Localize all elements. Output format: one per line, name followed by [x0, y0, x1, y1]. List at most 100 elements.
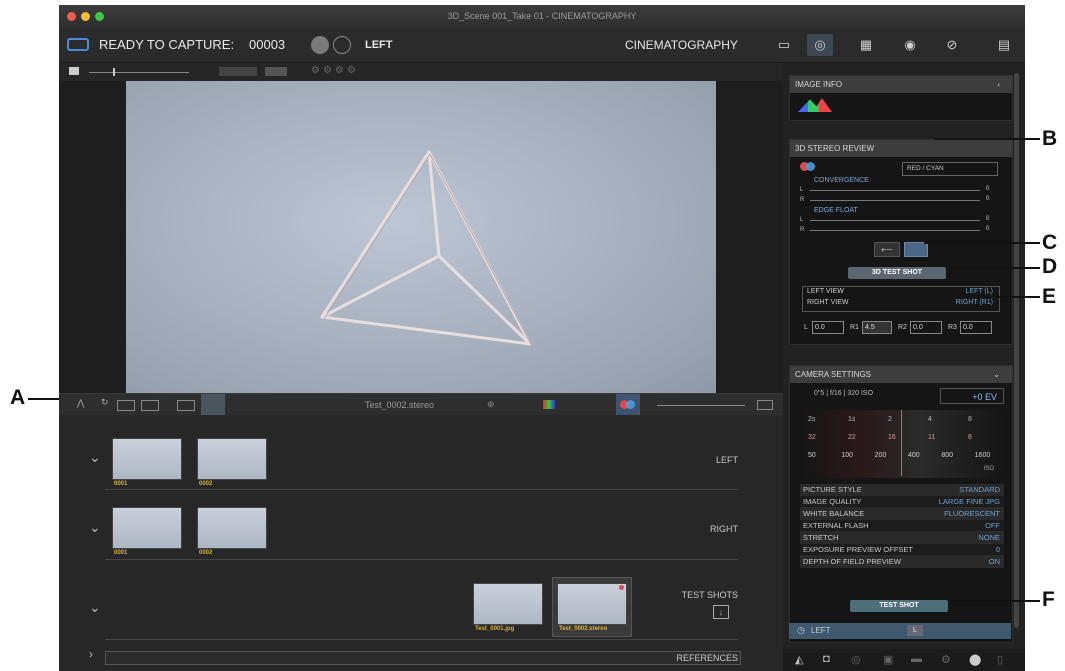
camera-setting-row[interactable]: WHITE BALANCE FLUORESCENT [800, 508, 1004, 520]
viewer-subbar: ⚙⚙⚙⚙ [59, 63, 783, 81]
view-grid-icon[interactable] [141, 400, 159, 411]
camera-setting-label: EXPOSURE PREVIEW OFFSET [803, 545, 914, 554]
filmstrip-icon[interactable]: ▦ [853, 34, 879, 56]
edge-float-r-value: 0 [986, 226, 990, 232]
right-group-chevron-icon[interactable]: ⌄ [89, 519, 101, 536]
test-thumb-0001[interactable] [473, 583, 543, 625]
overlay-dots-icon[interactable]: ⚙⚙⚙⚙ [311, 65, 359, 76]
offset-left-button[interactable]: ⟵ [874, 242, 900, 257]
camera-setting-value[interactable]: ON [989, 556, 1000, 567]
anaglyph-select[interactable]: RED / CYAN [902, 162, 998, 176]
zoom-slider[interactable] [89, 72, 189, 73]
toggle-tool-icon[interactable]: ⬤ [969, 653, 981, 666]
stereo-link-icon[interactable] [67, 38, 89, 51]
convergence-r-slider[interactable] [810, 200, 980, 201]
timer-icon[interactable]: ◷ [797, 625, 805, 636]
test-shot-button[interactable]: TEST SHOT [850, 600, 948, 612]
camera-setting-value[interactable]: LARGE FINE JPG [939, 496, 1000, 507]
refresh-icon[interactable]: ↻ [101, 397, 109, 408]
split-view-button[interactable] [904, 242, 928, 257]
settings-icon[interactable]: ⊘ [939, 34, 965, 56]
bottom-toolbar: ◭ ◘ ◎ ▣ ▬ ⚙ ⬤ ▯ [783, 649, 1025, 671]
image-viewer[interactable] [59, 81, 783, 393]
color-palette-icon[interactable] [543, 400, 555, 409]
left-group-chevron-icon[interactable]: ⌄ [89, 449, 101, 466]
camera-tool-icon[interactable]: ◘ [823, 653, 830, 665]
test-shots-chevron-icon[interactable]: ⌄ [89, 599, 101, 616]
offset-button[interactable] [265, 67, 287, 76]
sort-icon[interactable]: ⋀ [77, 398, 84, 409]
compare-icon[interactable]: ⊕ [487, 399, 495, 410]
r1-field[interactable]: 4.5 [862, 321, 892, 334]
filmstrip-toolbar: ⋀ ↻ Test_0002.stereo ⊕ [59, 393, 783, 416]
close-window-button[interactable] [67, 12, 76, 21]
l-field[interactable]: 0.0 [812, 321, 844, 334]
edge-float-l-slider[interactable] [810, 220, 980, 221]
slate-tool-icon[interactable]: ▣ [883, 653, 893, 666]
right-thumb-0002[interactable] [197, 507, 267, 549]
stereo-test-shot-button[interactable]: 3D TEST SHOT [848, 267, 946, 279]
record-dot-icon[interactable] [311, 36, 329, 54]
stereo-review-header[interactable]: 3D STEREO REVIEW [790, 140, 1012, 157]
aperture-tick: 16 [888, 434, 896, 441]
iso-tick: 400 [908, 452, 920, 459]
camera-setting-row[interactable]: IMAGE QUALITY LARGE FINE JPG [800, 496, 1004, 508]
panel-toggle-icon[interactable]: ▤ [991, 34, 1017, 56]
r2-field[interactable]: 0.0 [910, 321, 942, 334]
camera-setting-value[interactable]: NONE [978, 532, 1000, 543]
viewer-mode-icon[interactable] [69, 67, 79, 75]
camera-setting-row[interactable]: PICTURE STYLE STANDARD [800, 484, 1004, 496]
fit-icon[interactable] [757, 400, 773, 410]
camera-setting-label: IMAGE QUALITY [803, 497, 862, 506]
edge-float-r-slider[interactable] [810, 230, 980, 231]
battery-tool-icon[interactable]: ▯ [997, 653, 1003, 666]
minimize-window-button[interactable] [81, 12, 90, 21]
camera-icon[interactable]: ◎ [807, 34, 833, 56]
gear-tool-icon[interactable]: ⚙ [941, 653, 951, 666]
r3-field[interactable]: 0.0 [960, 321, 992, 334]
exposure-dial[interactable]: 2s 1s 2 4 8 32 22 16 11 8 50 100 200 400 800 1600 ISO [798, 410, 1004, 478]
references-chevron-icon[interactable]: › [89, 647, 93, 661]
anaglyph-toggle-button[interactable] [616, 394, 640, 416]
left-view-value[interactable]: LEFT (L) [966, 288, 994, 295]
left-thumb-0001[interactable] [112, 438, 182, 480]
capture-browser: ⌄ 0001 0002 LEFT ⌄ 0001 0002 RIGHT ⌄ Tes… [59, 415, 783, 671]
left-group-divider [105, 489, 739, 490]
right-thumb-0001[interactable] [112, 507, 182, 549]
focus-icon[interactable]: ◉ [897, 34, 923, 56]
ev-display[interactable]: +0 EV [940, 388, 1004, 404]
left-thumb-0002[interactable] [197, 438, 267, 480]
zoom-window-button[interactable] [95, 12, 104, 21]
references-bar[interactable] [105, 651, 741, 665]
grid-button[interactable] [219, 67, 257, 76]
panel-scrollbar[interactable] [1014, 73, 1019, 628]
filmstrip-zoom-slider[interactable] [657, 405, 745, 406]
collapse-down-icon: ⌄ [993, 370, 1000, 379]
import-icon[interactable]: ↓ [713, 605, 729, 619]
view-list-icon[interactable] [177, 400, 195, 411]
stereo-tool-icon[interactable]: ◎ [851, 653, 861, 666]
camera-setting-value[interactable]: 0 [996, 544, 1000, 555]
camera-setting-value[interactable]: STANDARD [959, 484, 1000, 495]
camera-setting-row[interactable]: EXTERNAL FLASH OFF [800, 520, 1004, 532]
test-thumb-caption: Test_0002.stereo [559, 626, 608, 632]
monitor-icon[interactable]: ▭ [771, 34, 797, 56]
strip-tool-icon[interactable]: ▬ [911, 653, 922, 665]
camera-settings-header[interactable]: CAMERA SETTINGS ⌄ [790, 366, 1012, 383]
record-ring-icon[interactable] [333, 36, 351, 54]
zoom-slider-knob[interactable] [113, 68, 115, 76]
image-info-header[interactable]: IMAGE INFO ‹ [790, 76, 1012, 93]
right-view-value[interactable]: RIGHT (R1) [956, 299, 993, 306]
convergence-l-slider[interactable] [810, 190, 980, 191]
histogram-tool-icon[interactable]: ◭ [795, 653, 803, 666]
camera-setting-row[interactable]: STRETCH NONE [800, 532, 1004, 544]
camera-setting-row[interactable]: DEPTH OF FIELD PREVIEW ON [800, 556, 1004, 568]
view-strip-icon[interactable] [201, 394, 225, 416]
camera-setting-value[interactable]: FLUORESCENT [944, 508, 1000, 519]
test-thumb-0002[interactable] [557, 583, 627, 625]
camera-setting-value[interactable]: OFF [985, 520, 1000, 531]
camera-setting-row[interactable]: EXPOSURE PREVIEW OFFSET 0 [800, 544, 1004, 556]
r1-field-label: R1 [850, 324, 859, 331]
camera-summary: 0"5 | f/16 | 320 ISO [814, 390, 874, 397]
view-single-icon[interactable] [117, 400, 135, 411]
